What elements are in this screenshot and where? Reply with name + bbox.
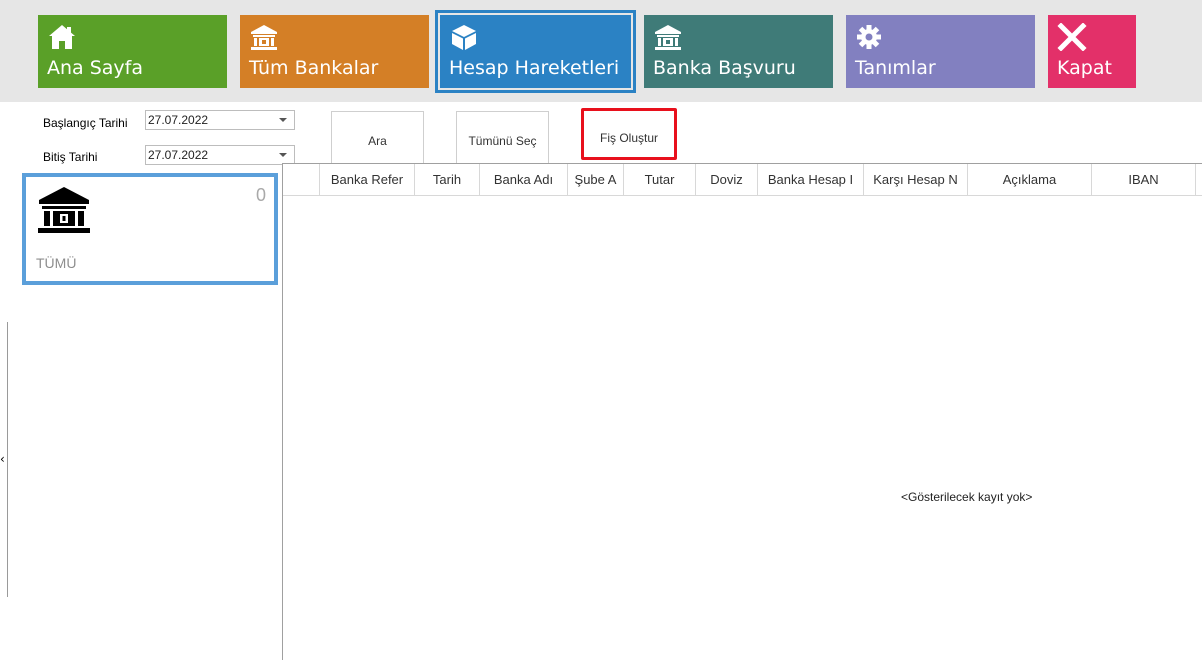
- summary-card-label: TÜMÜ: [36, 255, 77, 271]
- start-date-picker[interactable]: 27.07.2022: [145, 110, 295, 130]
- end-date-value: 27.07.2022: [148, 148, 209, 162]
- create-voucher-button[interactable]: Fiş Oluştur: [581, 108, 677, 160]
- all-banks-tile-label: Tüm Bankalar: [249, 57, 379, 79]
- empty-grid-message: <Gösterilecek kayıt yok>: [901, 490, 1033, 504]
- home-icon: [49, 25, 75, 49]
- end-date-label: Bitiş Tarihi: [43, 150, 98, 164]
- row-selector-header[interactable]: [283, 164, 320, 195]
- all-banks-summary-card[interactable]: 0 TÜMÜ: [22, 173, 278, 285]
- column-header[interactable]: Banka Refer: [320, 164, 415, 195]
- gear-icon: [857, 25, 881, 49]
- bank-application-tile[interactable]: Banka Başvuru: [644, 15, 833, 88]
- home-tile-label: Ana Sayfa: [47, 57, 144, 79]
- home-tile[interactable]: Ana Sayfa: [38, 15, 227, 88]
- start-date-value: 27.07.2022: [148, 113, 209, 127]
- cube-icon: [452, 25, 476, 50]
- start-date-label: Başlangıç Tarihi: [43, 116, 128, 130]
- column-header[interactable]: Doviz: [696, 164, 758, 195]
- select-all-button[interactable]: Tümünü Seç: [456, 111, 549, 163]
- chevron-left-icon[interactable]: ‹: [0, 452, 5, 466]
- top-ribbon: Ana Sayfa Tüm Bankalar Hesap Hareketleri: [0, 0, 1202, 102]
- close-tile[interactable]: Kapat: [1048, 15, 1136, 88]
- bank-icon: [38, 187, 90, 233]
- transactions-grid[interactable]: Banka Refer Tarih Banka Adı Şube A Tutar…: [282, 163, 1202, 660]
- column-header[interactable]: IBAN: [1092, 164, 1196, 195]
- chevron-down-icon[interactable]: [279, 153, 287, 157]
- all-banks-tile[interactable]: Tüm Bankalar: [240, 15, 429, 88]
- end-date-picker[interactable]: 27.07.2022: [145, 145, 295, 165]
- bank-icon: [655, 25, 681, 50]
- bank-icon: [251, 25, 277, 50]
- column-header[interactable]: Banka Hesap I: [758, 164, 864, 195]
- column-header[interactable]: Karşı Hesap N: [864, 164, 968, 195]
- column-header[interactable]: Açıklama: [968, 164, 1092, 195]
- record-count: 0: [255, 185, 266, 205]
- chevron-down-icon[interactable]: [279, 118, 287, 122]
- close-tile-label: Kapat: [1057, 57, 1112, 79]
- account-transactions-tile-label: Hesap Hareketleri: [449, 57, 620, 79]
- column-header[interactable]: Tutar: [624, 164, 696, 195]
- column-header[interactable]: Tarih: [415, 164, 480, 195]
- account-transactions-tile[interactable]: Hesap Hareketleri: [435, 10, 636, 93]
- close-icon: [1057, 23, 1087, 51]
- definitions-tile[interactable]: Tanımlar: [846, 15, 1035, 88]
- definitions-tile-label: Tanımlar: [855, 57, 936, 79]
- grid-header: Banka Refer Tarih Banka Adı Şube A Tutar…: [283, 164, 1202, 196]
- side-panel-splitter[interactable]: ‹: [0, 322, 8, 597]
- search-button[interactable]: Ara: [331, 111, 424, 163]
- bank-application-tile-label: Banka Başvuru: [653, 57, 796, 79]
- column-header[interactable]: Banka Adı: [480, 164, 568, 195]
- column-header[interactable]: Şube A: [568, 164, 624, 195]
